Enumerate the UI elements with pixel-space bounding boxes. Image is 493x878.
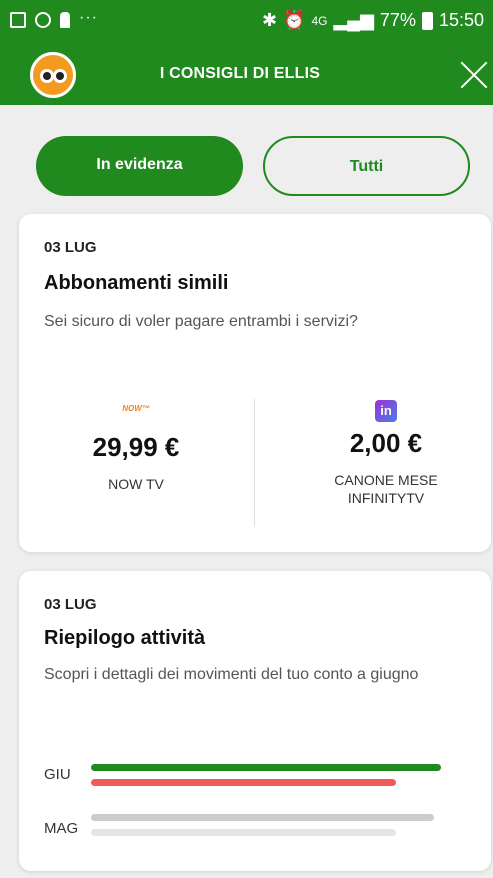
bluetooth-icon: ✱ [261,10,278,30]
card-date: 03 LUG [44,239,97,256]
service-amount: 2,00 € [349,428,423,458]
alarm-icon: ⏰ [283,10,306,30]
card-date: 03 LUG [44,596,97,613]
bar-label-giu: GIU [44,766,71,783]
battery-percent: 77% [379,10,416,30]
card-riepilogo-attivita[interactable]: 03 LUG Riepilogo attività Scopri i detta… [19,571,491,871]
tab-tutti[interactable]: Tutti [263,136,470,196]
status-bar: ··· ✱ ⏰ 4G ▂▄▆ 77% 15:50 [0,0,493,47]
status-bar-right: ✱ ⏰ 4G ▂▄▆ 77% 15:50 [262,10,484,31]
service-amount: 29,99 € [92,432,180,462]
bar-mag-income [91,814,434,821]
service-name: CANONE MESE INFINITYTV [334,472,438,506]
close-icon[interactable] [456,57,492,93]
tab-in-evidenza[interactable]: In evidenza [36,136,243,196]
tab-bar: In evidenza Tutti [0,105,493,210]
ellis-logo [30,52,76,98]
card-description: Sei sicuro di voler pagare entrambi i se… [44,313,358,330]
card-title: Abbonamenti simili [44,272,229,294]
now-tv-logo: NOW™ [122,404,150,413]
logo-eye-left [40,69,54,83]
page-title: I CONSIGLI DI ELLIS [159,65,321,82]
bar-mag-expense [91,829,396,836]
bar-giu-income [91,764,441,771]
card-abbonamenti-simili[interactable]: 03 LUG Abbonamenti simili Sei sicuro di … [19,214,491,552]
signal-icon: ▂▄▆ [333,10,374,30]
service-infinity-tv: in 2,00 € CANONE MESE INFINITYTV [286,400,486,507]
gallery-icon [10,12,26,28]
vertical-divider [254,399,255,527]
battery-icon [421,11,433,30]
infinity-logo: in [375,400,397,422]
sync-icon [35,12,51,28]
bar-giu-expense [91,779,396,786]
service-now-tv: NOW™ 29,99 € NOW TV [36,404,236,493]
status-bar-left: ··· [10,9,98,28]
card-description: Scopri i dettagli dei movimenti del tuo … [44,666,419,683]
network-type: 4G [311,13,328,28]
app-bar: I CONSIGLI DI ELLIS [0,47,493,105]
bar-label-mag: MAG [44,820,79,837]
logo-eye-right [53,69,67,83]
clock-time: 15:50 [438,10,484,30]
figure-icon [60,12,70,28]
more-notifications-icon: ··· [79,9,98,26]
service-name: NOW TV [108,476,164,492]
card-title: Riepilogo attività [44,627,206,649]
